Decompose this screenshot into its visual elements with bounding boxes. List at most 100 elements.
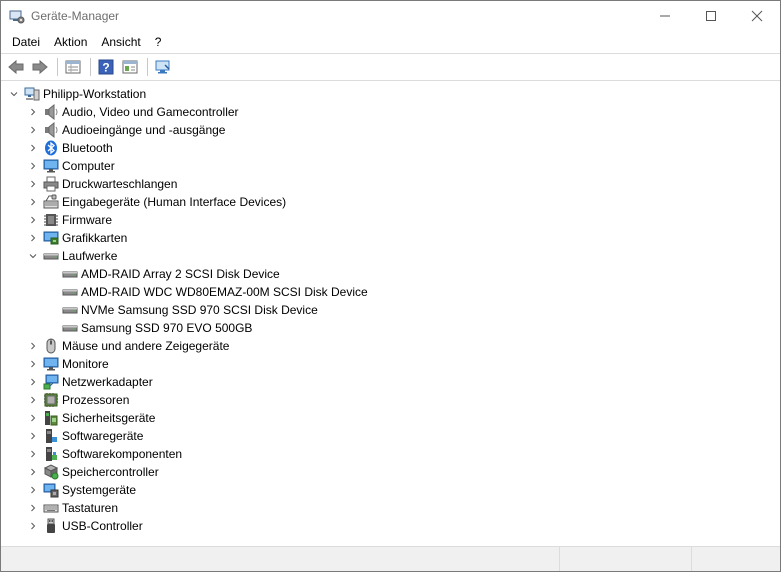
tree-category[interactable]: Speichercontroller [1,463,780,481]
display-adapter-icon [43,230,59,246]
back-button[interactable] [5,56,27,78]
tree-item-label: Softwaregeräte [62,429,144,443]
menu-datei[interactable]: Datei [5,31,47,53]
bluetooth-icon [43,140,59,156]
tree-category[interactable]: Softwarekomponenten [1,445,780,463]
expand-chevron-icon[interactable] [26,121,40,139]
close-button[interactable] [734,1,780,31]
tree-device[interactable]: Samsung SSD 970 EVO 500GB [1,319,780,337]
menu-ansicht[interactable]: Ansicht [94,31,147,53]
svg-text:?: ? [102,61,109,75]
device-manager-window: Geräte-Manager Datei Aktion Ansicht ? ? … [0,0,781,572]
status-pane-2 [560,547,692,571]
expand-chevron-icon[interactable] [26,355,40,373]
system-device-icon [43,482,59,498]
device-manager-app-icon [9,8,25,24]
scan-hardware-button[interactable] [152,56,174,78]
tree-category[interactable]: Audio, Video und Gamecontroller [1,103,780,121]
maximize-button[interactable] [688,1,734,31]
window-title: Geräte-Manager [31,9,120,23]
tree-category[interactable]: Mäuse und andere Zeigegeräte [1,337,780,355]
tree-device[interactable]: AMD-RAID Array 2 SCSI Disk Device [1,265,780,283]
tree-category[interactable]: Softwaregeräte [1,427,780,445]
tree-category[interactable]: Audioeingänge und -ausgänge [1,121,780,139]
tree-category[interactable]: Tastaturen [1,499,780,517]
tree-item-label: Speichercontroller [62,465,159,479]
tree-item-label: Samsung SSD 970 EVO 500GB [81,321,253,335]
tree-category[interactable]: Netzwerkadapter [1,373,780,391]
tree-device[interactable]: NVMe Samsung SSD 970 SCSI Disk Device [1,301,780,319]
expand-chevron-icon[interactable] [26,391,40,409]
expand-chevron-icon[interactable] [26,409,40,427]
tree-item-label: Audio, Video und Gamecontroller [62,105,239,119]
disk-drive-icon [43,248,59,264]
expand-chevron-icon[interactable] [26,157,40,175]
tree-category[interactable]: Systemgeräte [1,481,780,499]
menu-help[interactable]: ? [148,31,169,53]
expand-chevron-icon[interactable] [26,427,40,445]
tree-item-label: Monitore [62,357,109,371]
tree-category[interactable]: Bluetooth [1,139,780,157]
disk-device-icon [62,284,78,300]
tree-item-label: Computer [62,159,115,173]
expand-chevron-icon[interactable] [26,499,40,517]
software-component-icon [43,446,59,462]
tree-category[interactable]: Sicherheitsgeräte [1,409,780,427]
computer-icon [43,158,59,174]
title-bar[interactable]: Geräte-Manager [1,1,780,31]
expand-chevron-icon[interactable] [26,337,40,355]
show-hidden-button[interactable] [119,56,141,78]
tree-item-label: NVMe Samsung SSD 970 SCSI Disk Device [81,303,318,317]
toolbar-separator [57,58,58,76]
expand-chevron-icon[interactable] [26,463,40,481]
printer-icon [43,176,59,192]
tree-item-label: Softwarekomponenten [62,447,183,461]
tree-item-label: Firmware [62,213,112,227]
menu-aktion[interactable]: Aktion [47,31,94,53]
monitor-icon [43,356,59,372]
security-device-icon [43,410,59,426]
forward-icon [32,59,48,75]
expand-chevron-icon[interactable] [26,175,40,193]
expand-chevron-icon[interactable] [26,193,40,211]
keyboard-icon [43,500,59,516]
tree-category[interactable]: Druckwarteschlangen [1,175,780,193]
status-pane-3 [692,547,780,571]
storage-controller-icon [43,464,59,480]
mouse-icon [43,338,59,354]
tree-category[interactable]: Laufwerke [1,247,780,265]
collapse-chevron-icon[interactable] [7,85,21,103]
tree-item-label: Eingabegeräte (Human Interface Devices) [62,195,287,209]
processor-icon [43,392,59,408]
expand-chevron-icon[interactable] [26,445,40,463]
forward-button[interactable] [29,56,51,78]
tree-category[interactable]: Firmware [1,211,780,229]
tree-item-label: Mäuse und andere Zeigegeräte [62,339,230,353]
tree-category[interactable]: Grafikkarten [1,229,780,247]
expand-chevron-icon[interactable] [26,229,40,247]
expand-chevron-icon[interactable] [26,211,40,229]
help-button[interactable]: ? [95,56,117,78]
expand-chevron-icon[interactable] [26,139,40,157]
tree-category[interactable]: Prozessoren [1,391,780,409]
tree-category[interactable]: USB-Controller [1,517,780,535]
status-pane-main [1,547,560,571]
tree-category[interactable]: Eingabegeräte (Human Interface Devices) [1,193,780,211]
expand-chevron-icon[interactable] [26,373,40,391]
properties-button[interactable] [62,56,84,78]
tree-device[interactable]: AMD-RAID WDC WD80EMAZ-00M SCSI Disk Devi… [1,283,780,301]
tree-item-label: AMD-RAID Array 2 SCSI Disk Device [81,267,280,281]
tree-root-computer[interactable]: Philipp-Workstation [1,85,780,103]
back-icon [8,59,24,75]
expand-chevron-icon[interactable] [26,517,40,535]
disk-device-icon [62,266,78,282]
minimize-button[interactable] [642,1,688,31]
tree-category[interactable]: Computer [1,157,780,175]
disk-device-icon [62,302,78,318]
expand-chevron-icon[interactable] [26,103,40,121]
collapse-chevron-icon[interactable] [26,247,40,265]
device-tree[interactable]: Philipp-Workstation Audio, Video und Game… [1,84,780,545]
expand-chevron-icon[interactable] [26,481,40,499]
tree-category[interactable]: Monitore [1,355,780,373]
toolbar-separator [90,58,91,76]
